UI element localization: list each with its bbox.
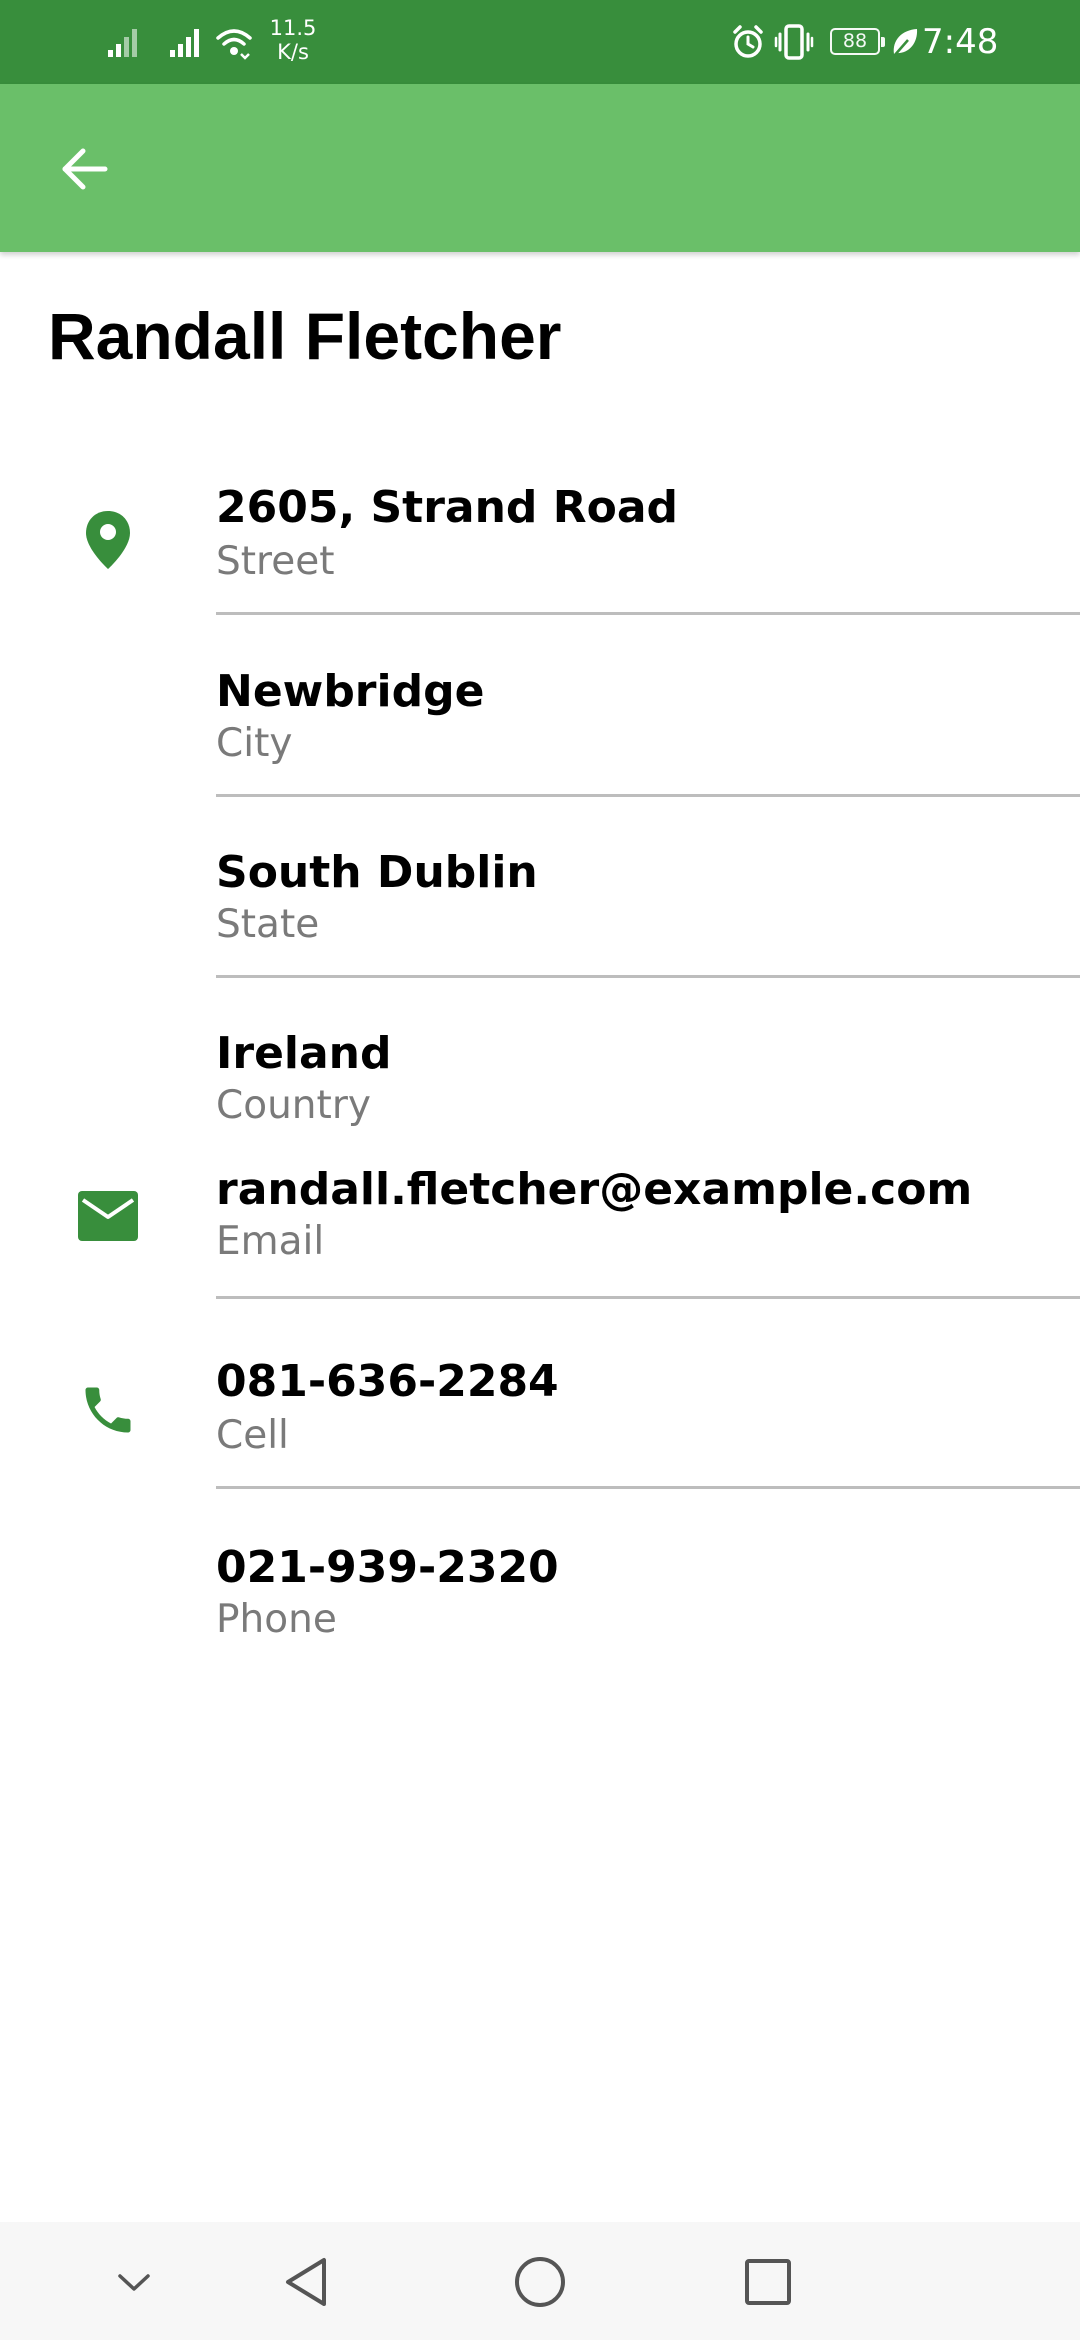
state-label: State	[216, 902, 320, 947]
network-speed-value: 11.5	[269, 16, 317, 40]
contact-name: Randall Fletcher	[48, 299, 562, 373]
cell-value: 081-636-2284	[216, 1356, 559, 1407]
country-label: Country	[216, 1083, 371, 1128]
phone-label: Phone	[216, 1597, 337, 1642]
signal-icon	[108, 29, 137, 57]
battery-icon: 88	[830, 28, 885, 55]
wifi-icon	[216, 29, 252, 60]
divider	[216, 1486, 1080, 1489]
status-bar-time: 7:48	[922, 22, 999, 62]
city-value: Newbridge	[216, 666, 485, 717]
hide-nav-button[interactable]	[94, 2242, 174, 2322]
battery-level: 88	[842, 30, 868, 52]
app-bar	[0, 84, 1080, 252]
divider	[216, 794, 1080, 797]
cell-label: Cell	[216, 1413, 289, 1458]
system-navigation-bar	[0, 2222, 1080, 2340]
email-row[interactable]: randall.fletcher@example.com Email	[0, 1156, 1080, 1306]
back-nav-button[interactable]	[268, 2242, 348, 2322]
divider	[216, 975, 1080, 978]
email-icon	[72, 1180, 144, 1252]
recents-square-icon	[745, 2259, 791, 2305]
home-nav-button[interactable]	[500, 2242, 580, 2322]
alarm-icon	[733, 25, 763, 58]
state-value: South Dublin	[216, 847, 538, 898]
country-row[interactable]: Ireland Country	[0, 1018, 1080, 1138]
divider	[216, 612, 1080, 615]
back-button[interactable]	[40, 128, 128, 210]
street-row[interactable]: 2605, Strand Road Street	[0, 470, 1080, 620]
vibrate-icon	[774, 24, 814, 60]
recents-nav-button[interactable]	[728, 2242, 808, 2322]
street-value: 2605, Strand Road	[216, 482, 679, 533]
network-speed-unit: K/s	[277, 40, 309, 64]
phone-icon	[72, 1374, 144, 1446]
status-bar: 11.5 K/s 88 7:48	[0, 0, 1080, 84]
state-row[interactable]: South Dublin State	[0, 837, 1080, 987]
divider	[216, 1296, 1080, 1299]
chevron-down-icon	[118, 2274, 150, 2291]
street-label: Street	[216, 539, 335, 584]
arrow-left-icon	[62, 148, 108, 190]
email-value: randall.fletcher@example.com	[216, 1164, 973, 1215]
location-pin-icon	[72, 504, 144, 576]
email-label: Email	[216, 1219, 325, 1264]
contact-detail-screen: 11.5 K/s 88 7:48 Randall Fletcher 2605, …	[0, 0, 1080, 2340]
home-circle-icon	[515, 2257, 565, 2307]
country-value: Ireland	[216, 1028, 392, 1079]
city-label: City	[216, 721, 293, 766]
phone-row[interactable]: 021-939-2320 Phone	[0, 1534, 1080, 1654]
city-row[interactable]: Newbridge City	[0, 656, 1080, 806]
cell-row[interactable]: 081-636-2284 Cell	[0, 1348, 1080, 1498]
signal-icon	[170, 29, 199, 57]
phone-value: 021-939-2320	[216, 1542, 559, 1593]
leaf-icon	[893, 29, 918, 57]
back-triangle-icon	[286, 2258, 326, 2306]
network-speed: 11.5 K/s	[258, 16, 328, 64]
